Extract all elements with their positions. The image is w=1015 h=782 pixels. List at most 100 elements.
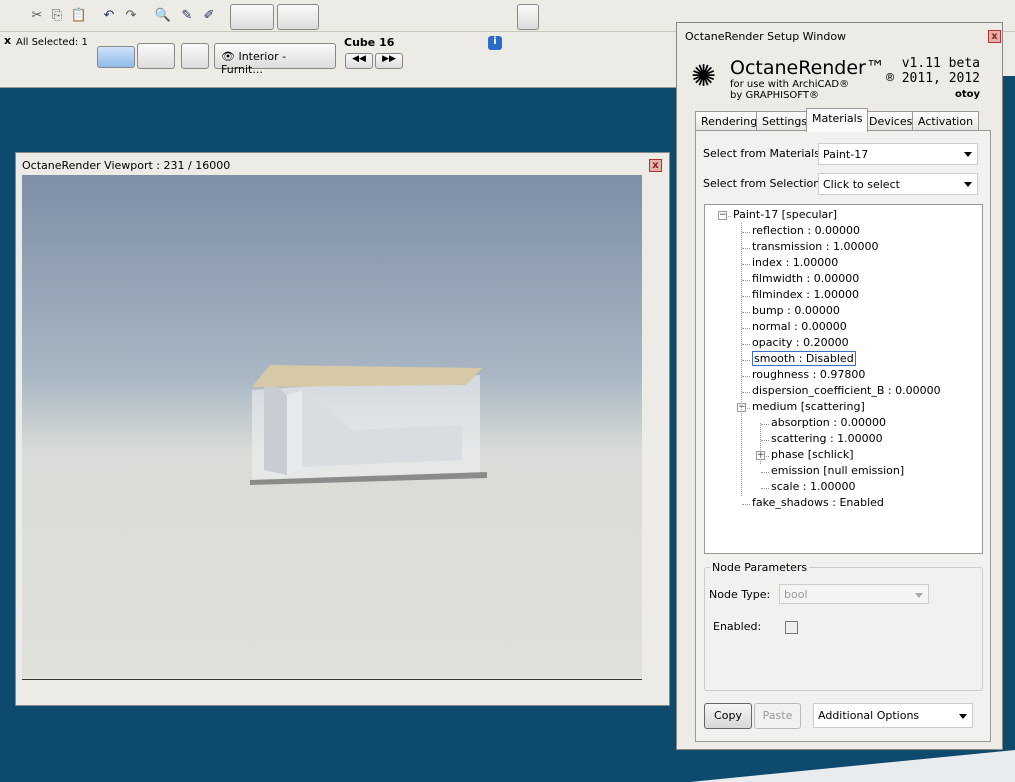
tree-connector <box>761 424 769 425</box>
selection-label: Select from Selection: <box>703 177 824 190</box>
tab-rendering[interactable]: Rendering <box>695 111 764 131</box>
node-type-label: Node Type: <box>709 588 771 601</box>
materials-label: Select from Materials: <box>703 147 824 160</box>
tree-item[interactable]: transmission : 1.00000 <box>752 240 878 253</box>
viewport-title: OctaneRender Viewport : 231 / 16000 <box>22 159 231 172</box>
tree-item[interactable]: roughness : 0.97800 <box>752 368 865 381</box>
tree-item[interactable]: smooth : Disabled <box>752 351 856 366</box>
previous-button[interactable]: ◀◀ <box>345 53 373 69</box>
selection-select[interactable]: Click to select <box>818 173 978 195</box>
guide-button[interactable] <box>277 4 319 30</box>
syringe-icon[interactable]: ✐ <box>200 7 218 25</box>
tree-item[interactable]: normal : 0.00000 <box>752 320 847 333</box>
tree-guide <box>760 423 761 464</box>
tree-item[interactable]: filmwidth : 0.00000 <box>752 272 859 285</box>
tree-connector <box>742 328 750 329</box>
selection-value: Click to select <box>823 178 900 191</box>
object-settings-button[interactable] <box>137 43 175 69</box>
tree-item[interactable]: medium [scattering] <box>752 400 865 413</box>
tree-item[interactable]: dispersion_coefficient_B : 0.00000 <box>752 384 941 397</box>
ruler-scrollbar[interactable] <box>0 76 680 88</box>
tree-connector <box>742 504 750 505</box>
tree-connector <box>742 296 750 297</box>
layer-button[interactable]: 👁 Interior - Furnit... <box>214 43 336 76</box>
setup-close-icon[interactable]: x <box>988 30 1001 43</box>
node-type-select[interactable]: bool <box>779 584 929 604</box>
chevron-down-icon <box>959 714 967 719</box>
materials-panel: Select from Materials: Paint-17 Select f… <box>695 130 991 742</box>
close-icon[interactable]: x <box>4 34 11 47</box>
info-icon[interactable]: i <box>488 36 502 50</box>
tool-button[interactable] <box>517 4 539 30</box>
tree-connector <box>742 280 750 281</box>
tab-materials[interactable]: Materials <box>806 108 869 132</box>
tree-item[interactable]: Paint-17 [specular] <box>733 208 837 221</box>
enabled-label: Enabled: <box>713 620 762 633</box>
tree-item[interactable]: index : 1.00000 <box>752 256 838 269</box>
vertical-scrollbar[interactable] <box>643 175 657 678</box>
materials-value: Paint-17 <box>823 148 869 161</box>
render-image <box>22 175 642 678</box>
materials-select[interactable]: Paint-17 <box>818 143 978 165</box>
element-name: Cube 16 <box>344 36 395 49</box>
redo-icon[interactable]: ↷ <box>122 7 140 25</box>
tree-connector <box>742 312 750 313</box>
brand-name: OctaneRender™ <box>730 57 885 79</box>
tree-item[interactable]: scale : 1.00000 <box>771 480 856 493</box>
layer-icon-button[interactable] <box>181 43 209 69</box>
setup-window: OctaneRender Setup Window x ✺ OctaneRend… <box>676 22 1003 750</box>
desktop-shape <box>690 750 1015 782</box>
additional-options-select[interactable]: Additional Options <box>813 703 973 728</box>
chevron-down-icon <box>915 593 923 598</box>
node-parameters-group: Node Parameters Node Type: bool Enabled: <box>704 561 983 691</box>
pick-button[interactable] <box>97 46 135 68</box>
otoy-logo: otoy <box>954 89 980 100</box>
tab-devices[interactable]: Devices <box>863 111 919 131</box>
paste-button[interactable]: Paste <box>754 703 801 729</box>
tab-activation[interactable]: Activation <box>912 111 980 131</box>
tree-item[interactable]: emission [null emission] <box>771 464 904 477</box>
tree-connector <box>742 376 750 377</box>
undo-icon[interactable]: ↶ <box>100 7 118 25</box>
zoom-icon[interactable]: 🔍 <box>154 7 172 25</box>
chevron-down-icon <box>964 152 972 157</box>
tree-connector <box>761 488 769 489</box>
copy-icon[interactable]: ⎘ <box>48 7 66 25</box>
tree-connector <box>742 392 750 393</box>
snap-button[interactable] <box>230 4 274 30</box>
tree-item[interactable]: phase [schlick] <box>771 448 854 461</box>
tree-item[interactable]: reflection : 0.00000 <box>752 224 860 237</box>
cut-icon[interactable]: ✂ <box>28 7 46 25</box>
tree-item[interactable]: opacity : 0.20000 <box>752 336 849 349</box>
tree-item[interactable]: filmindex : 1.00000 <box>752 288 859 301</box>
eye-icon: 👁 <box>221 50 239 63</box>
options-value: Additional Options <box>818 709 920 722</box>
tree-connector <box>742 248 750 249</box>
tree-connector <box>742 232 750 233</box>
next-button[interactable]: ▶▶ <box>375 53 403 69</box>
collapse-icon[interactable]: − <box>718 211 727 220</box>
enabled-checkbox[interactable] <box>785 621 798 634</box>
chevron-down-icon <box>964 182 972 187</box>
tree-item[interactable]: scattering : 1.00000 <box>771 432 883 445</box>
horizontal-scrollbar[interactable] <box>22 679 642 693</box>
rendered-building <box>250 365 487 485</box>
brand-subtitle-2: by GRAPHISOFT® <box>730 90 819 101</box>
material-tree[interactable]: Paint-17 [specular] − reflection : 0.00000… <box>704 204 983 554</box>
tree-item[interactable]: fake_shadows : Enabled <box>752 496 884 509</box>
node-type-value: bool <box>784 588 808 601</box>
copyright: ® 2011, 2012 <box>886 71 980 86</box>
tree-item[interactable]: absorption : 0.00000 <box>771 416 886 429</box>
tab-settings[interactable]: Settings <box>756 111 814 131</box>
viewport-close-icon[interactable]: x <box>649 159 662 172</box>
setup-title: OctaneRender Setup Window <box>685 30 847 43</box>
group-label: Node Parameters <box>710 561 810 574</box>
copy-button[interactable]: Copy <box>704 703 752 729</box>
eyedropper-icon[interactable]: ✎ <box>178 7 196 25</box>
octane-logo: ✺ <box>691 59 717 94</box>
tree-connector <box>742 360 750 361</box>
paste-icon[interactable]: 📋 <box>70 7 88 25</box>
tree-connector <box>742 344 750 345</box>
viewport-window: OctaneRender Viewport : 231 / 16000 x <box>15 152 670 706</box>
tree-item[interactable]: bump : 0.00000 <box>752 304 840 317</box>
